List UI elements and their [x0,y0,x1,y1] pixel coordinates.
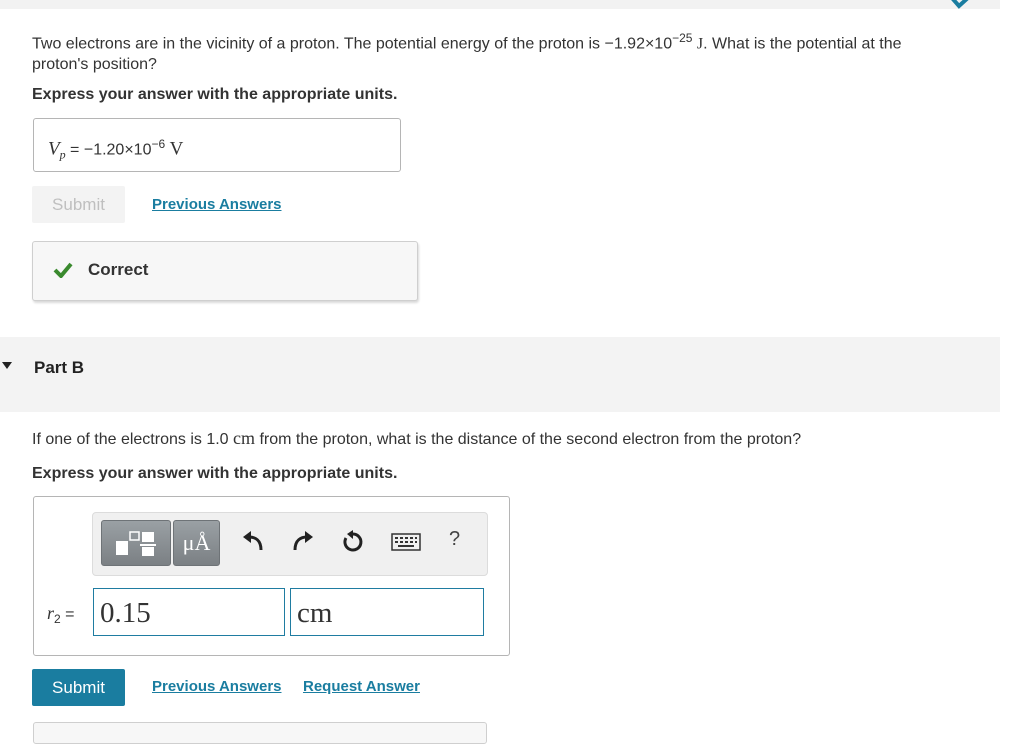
top-bar [0,0,1000,9]
instruction-part-a: Express your answer with the appropriate… [32,86,398,103]
reset-icon[interactable] [341,530,365,554]
units-button[interactable]: μÅ [173,520,220,566]
feedback-text: Correct [88,260,149,279]
question-text-part-a: Two electrons are in the vicinity of a p… [32,31,902,74]
submit-button-part-b[interactable]: Submit [32,669,125,706]
part-b-header[interactable] [0,337,1000,412]
submit-button-part-a[interactable]: Submit [32,186,125,223]
request-answer-link[interactable]: Request Answer [303,677,420,697]
checkmark-icon [951,0,969,9]
correct-check-icon [53,262,73,278]
keyboard-icon[interactable] [391,533,421,551]
undo-icon[interactable] [241,530,265,552]
part-b-title: Part B [34,358,85,377]
unit-input[interactable]: cm [290,588,484,636]
help-button[interactable]: ? [449,528,460,551]
templates-icon [116,531,156,556]
previous-answers-link-part-a[interactable]: Previous Answers [152,195,282,215]
instruction-part-b: Express your answer with the appropriate… [32,465,398,482]
math-toolbar: μÅ ? [92,512,488,576]
redo-icon[interactable] [291,530,315,552]
previous-answers-link-part-b[interactable]: Previous Answers [152,677,282,697]
answer-variable-label: r2 = [47,603,75,627]
answer-box-part-a: Vp = −1.20×10−6 V [33,118,401,172]
answer-expression-part-a: Vp = −1.20×10−6 V [48,137,184,162]
feedback-box-correct: Correct [32,241,418,301]
question-text-part-b: If one of the electrons is 1.0 cm from t… [32,428,802,448]
collapse-triangle-icon[interactable] [2,362,12,369]
feedback-box-part-b [33,722,487,744]
templates-button[interactable] [101,520,171,566]
value-input[interactable]: 0.15 [93,588,285,636]
